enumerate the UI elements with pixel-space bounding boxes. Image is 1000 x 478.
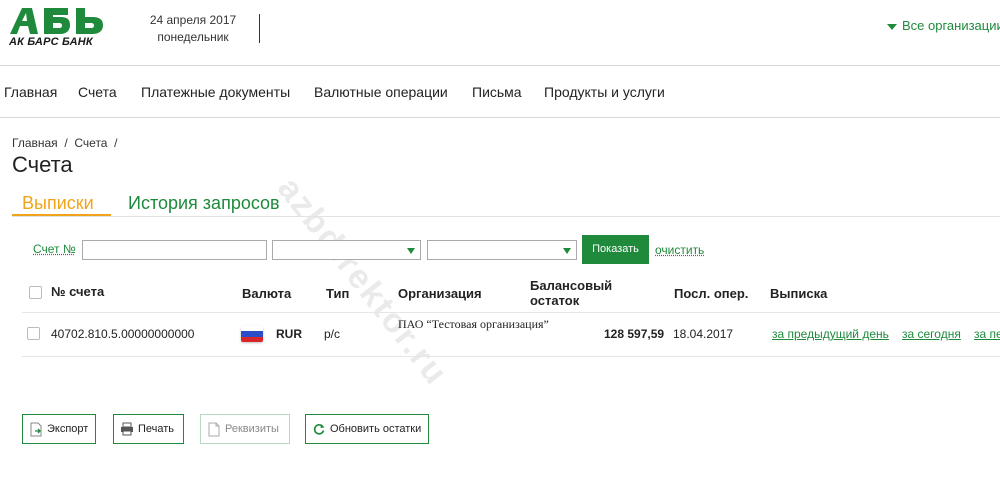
filter-select-2[interactable] xyxy=(427,240,577,260)
nav-item-letters[interactable]: Письма xyxy=(472,84,522,100)
tabs-divider xyxy=(12,216,1000,217)
logo-text: АК БАРС БАНК xyxy=(9,36,93,48)
requisites-button-label: Реквизиты xyxy=(225,423,279,435)
printer-icon xyxy=(121,422,133,436)
russia-flag-icon xyxy=(241,326,263,342)
clear-link[interactable]: очистить xyxy=(655,243,704,257)
column-header-balance[interactable]: Балансовый остаток xyxy=(530,278,630,308)
chevron-down-icon xyxy=(563,248,571,254)
weekday: понедельник xyxy=(157,30,229,44)
ak-bars-logo-icon[interactable] xyxy=(8,6,108,56)
statement-today-link[interactable]: за сегодня xyxy=(902,327,961,341)
column-header-currency[interactable]: Валюта xyxy=(242,286,291,301)
currency: RUR xyxy=(276,327,302,341)
show-button[interactable]: Показать xyxy=(582,235,649,264)
export-icon xyxy=(30,422,42,437)
nav-item-accounts[interactable]: Счета xyxy=(78,84,117,100)
date: 24 апреля 2017 xyxy=(149,13,237,27)
watermark: azbdirektor.ru xyxy=(270,170,456,393)
header: АК БАРС БАНК 24 апреля 2017 понедельник … xyxy=(0,0,1000,66)
account-type: р/с xyxy=(324,327,341,341)
filter-select-1[interactable] xyxy=(272,240,421,260)
document-icon xyxy=(208,422,220,437)
nav-item-currency-operations[interactable]: Валютные операции xyxy=(314,84,448,100)
organization-selector-label: Все организации xyxy=(902,18,1000,33)
refresh-balances-button[interactable]: Обновить остатки xyxy=(305,414,429,444)
nav-item-payment-documents[interactable]: Платежные документы xyxy=(141,84,290,100)
account-number-input[interactable] xyxy=(82,240,267,260)
breadcrumb-separator: / xyxy=(61,136,72,150)
page-title: Счета xyxy=(12,152,73,177)
breadcrumb-home[interactable]: Главная xyxy=(12,136,58,150)
export-button[interactable]: Экспорт xyxy=(22,414,96,444)
statement-previous-day-link[interactable]: за предыдущий день xyxy=(772,327,889,341)
balance: 128 597,59 xyxy=(604,327,665,341)
print-button-label: Печать xyxy=(138,423,175,435)
column-header-account[interactable]: № счета xyxy=(51,284,104,299)
breadcrumb: Главная / Счета / xyxy=(12,136,118,150)
organization-selector[interactable]: Все организации xyxy=(887,18,1000,33)
row-checkbox[interactable] xyxy=(27,327,40,340)
column-header-type[interactable]: Тип xyxy=(326,286,349,301)
breadcrumb-separator: / xyxy=(110,136,118,150)
account-number-label[interactable]: Счет № xyxy=(33,242,76,256)
tab-statements[interactable]: Выписки xyxy=(12,193,111,217)
organization-name: ПАО “Тестовая организация” xyxy=(398,317,549,331)
export-button-label: Экспорт xyxy=(47,423,89,435)
refresh-icon xyxy=(313,424,325,435)
tab-request-history[interactable]: История запросов xyxy=(128,193,280,214)
header-divider xyxy=(259,14,260,43)
breadcrumb-accounts[interactable]: Счета xyxy=(74,136,107,150)
chevron-down-icon xyxy=(407,248,415,254)
column-header-last-operation[interactable]: Посл. опер. xyxy=(674,286,748,301)
print-button[interactable]: Печать xyxy=(113,414,184,444)
dropdown-triangle-icon xyxy=(887,23,897,30)
column-header-organization[interactable]: Организация xyxy=(398,286,482,301)
account-number[interactable]: 40702.810.5.00000000000 xyxy=(51,327,194,341)
select-all-checkbox[interactable] xyxy=(29,286,42,299)
last-operation-date: 18.04.2017 xyxy=(673,327,734,341)
main-nav: Главная Счета Платежные документы Валютн… xyxy=(0,66,1000,118)
column-header-statement: Выписка xyxy=(770,286,828,301)
nav-item-products[interactable]: Продукты и услуги xyxy=(544,84,665,100)
date-block: 24 апреля 2017 понедельник xyxy=(130,12,256,46)
requisites-button[interactable]: Реквизиты xyxy=(200,414,290,444)
table-row-divider xyxy=(22,356,1000,357)
refresh-balances-button-label: Обновить остатки xyxy=(330,423,422,435)
table-header-divider xyxy=(22,312,1000,313)
nav-item-home[interactable]: Главная xyxy=(4,84,57,100)
statement-period-link[interactable]: за пе xyxy=(974,327,1000,341)
